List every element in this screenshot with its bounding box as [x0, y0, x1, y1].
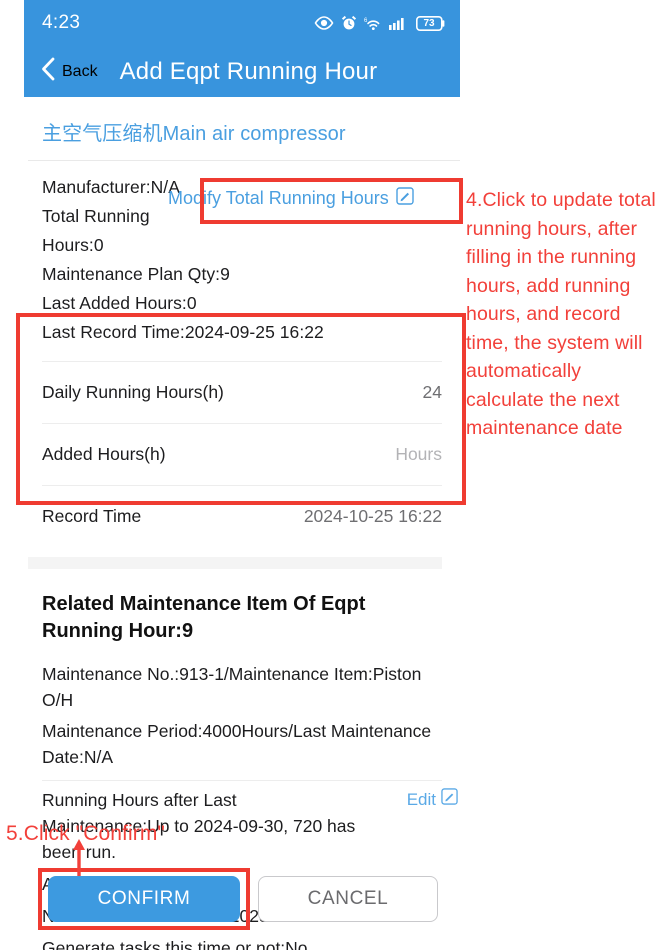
chevron-left-icon — [40, 56, 56, 87]
edit-link-label: Edit — [406, 790, 436, 809]
cellular-signal-icon — [389, 16, 409, 30]
annotation-arrow-icon — [72, 838, 85, 876]
page-title: Add Eqpt Running Hour — [119, 57, 378, 85]
related-generate-tasks: Generate tasks this time or not:No — [42, 938, 308, 950]
alarm-clock-icon — [341, 15, 357, 31]
edit-link[interactable]: Edit — [407, 787, 458, 813]
cancel-button[interactable]: CANCEL — [258, 876, 438, 922]
back-label: Back — [62, 62, 98, 80]
info-maintenance-plan-qty: Maintenance Plan Qty:9 — [42, 264, 230, 284]
status-time: 4:23 — [42, 12, 81, 33]
status-bar: 4:23 6 73 — [24, 0, 460, 46]
eye-icon — [314, 16, 334, 30]
annotation-box-modify-link — [200, 178, 463, 224]
status-icons-group: 6 73 — [314, 15, 446, 31]
battery-icon: 73 — [416, 15, 446, 31]
field-value: 2024-10-25 16:22 — [303, 506, 442, 526]
field-label: Record Time — [42, 506, 142, 526]
wifi-icon: 6 — [364, 16, 382, 31]
info-total-running-hours: Total Running Hours:0 — [42, 206, 150, 255]
related-period: Maintenance Period:4000Hours/Last Mainte… — [42, 721, 432, 767]
annotation-note-4: 4.Click to update total running hours, a… — [466, 189, 656, 439]
edit-pencil-icon — [441, 787, 458, 813]
equipment-title: 主空气压缩机Main air compressor — [42, 123, 346, 145]
phone-header: 4:23 6 73 Back Add Eqpt Running Hour — [24, 0, 460, 97]
related-item-no: Maintenance No.:913-1/Maintenance Item:P… — [42, 664, 422, 710]
app-screen: 4:23 6 73 Back Add Eqpt Running Hour 主空气… — [0, 0, 665, 950]
battery-level-text: 73 — [423, 17, 435, 29]
annotation-box-confirm-button — [38, 868, 250, 930]
back-button[interactable]: Back — [40, 56, 98, 87]
annotation-box-input-fields — [16, 313, 466, 505]
related-section-heading: Related Maintenance Item Of Eqpt Running… — [42, 593, 366, 642]
section-separator-band — [28, 557, 442, 569]
nav-bar: Back Add Eqpt Running Hour — [24, 46, 460, 97]
